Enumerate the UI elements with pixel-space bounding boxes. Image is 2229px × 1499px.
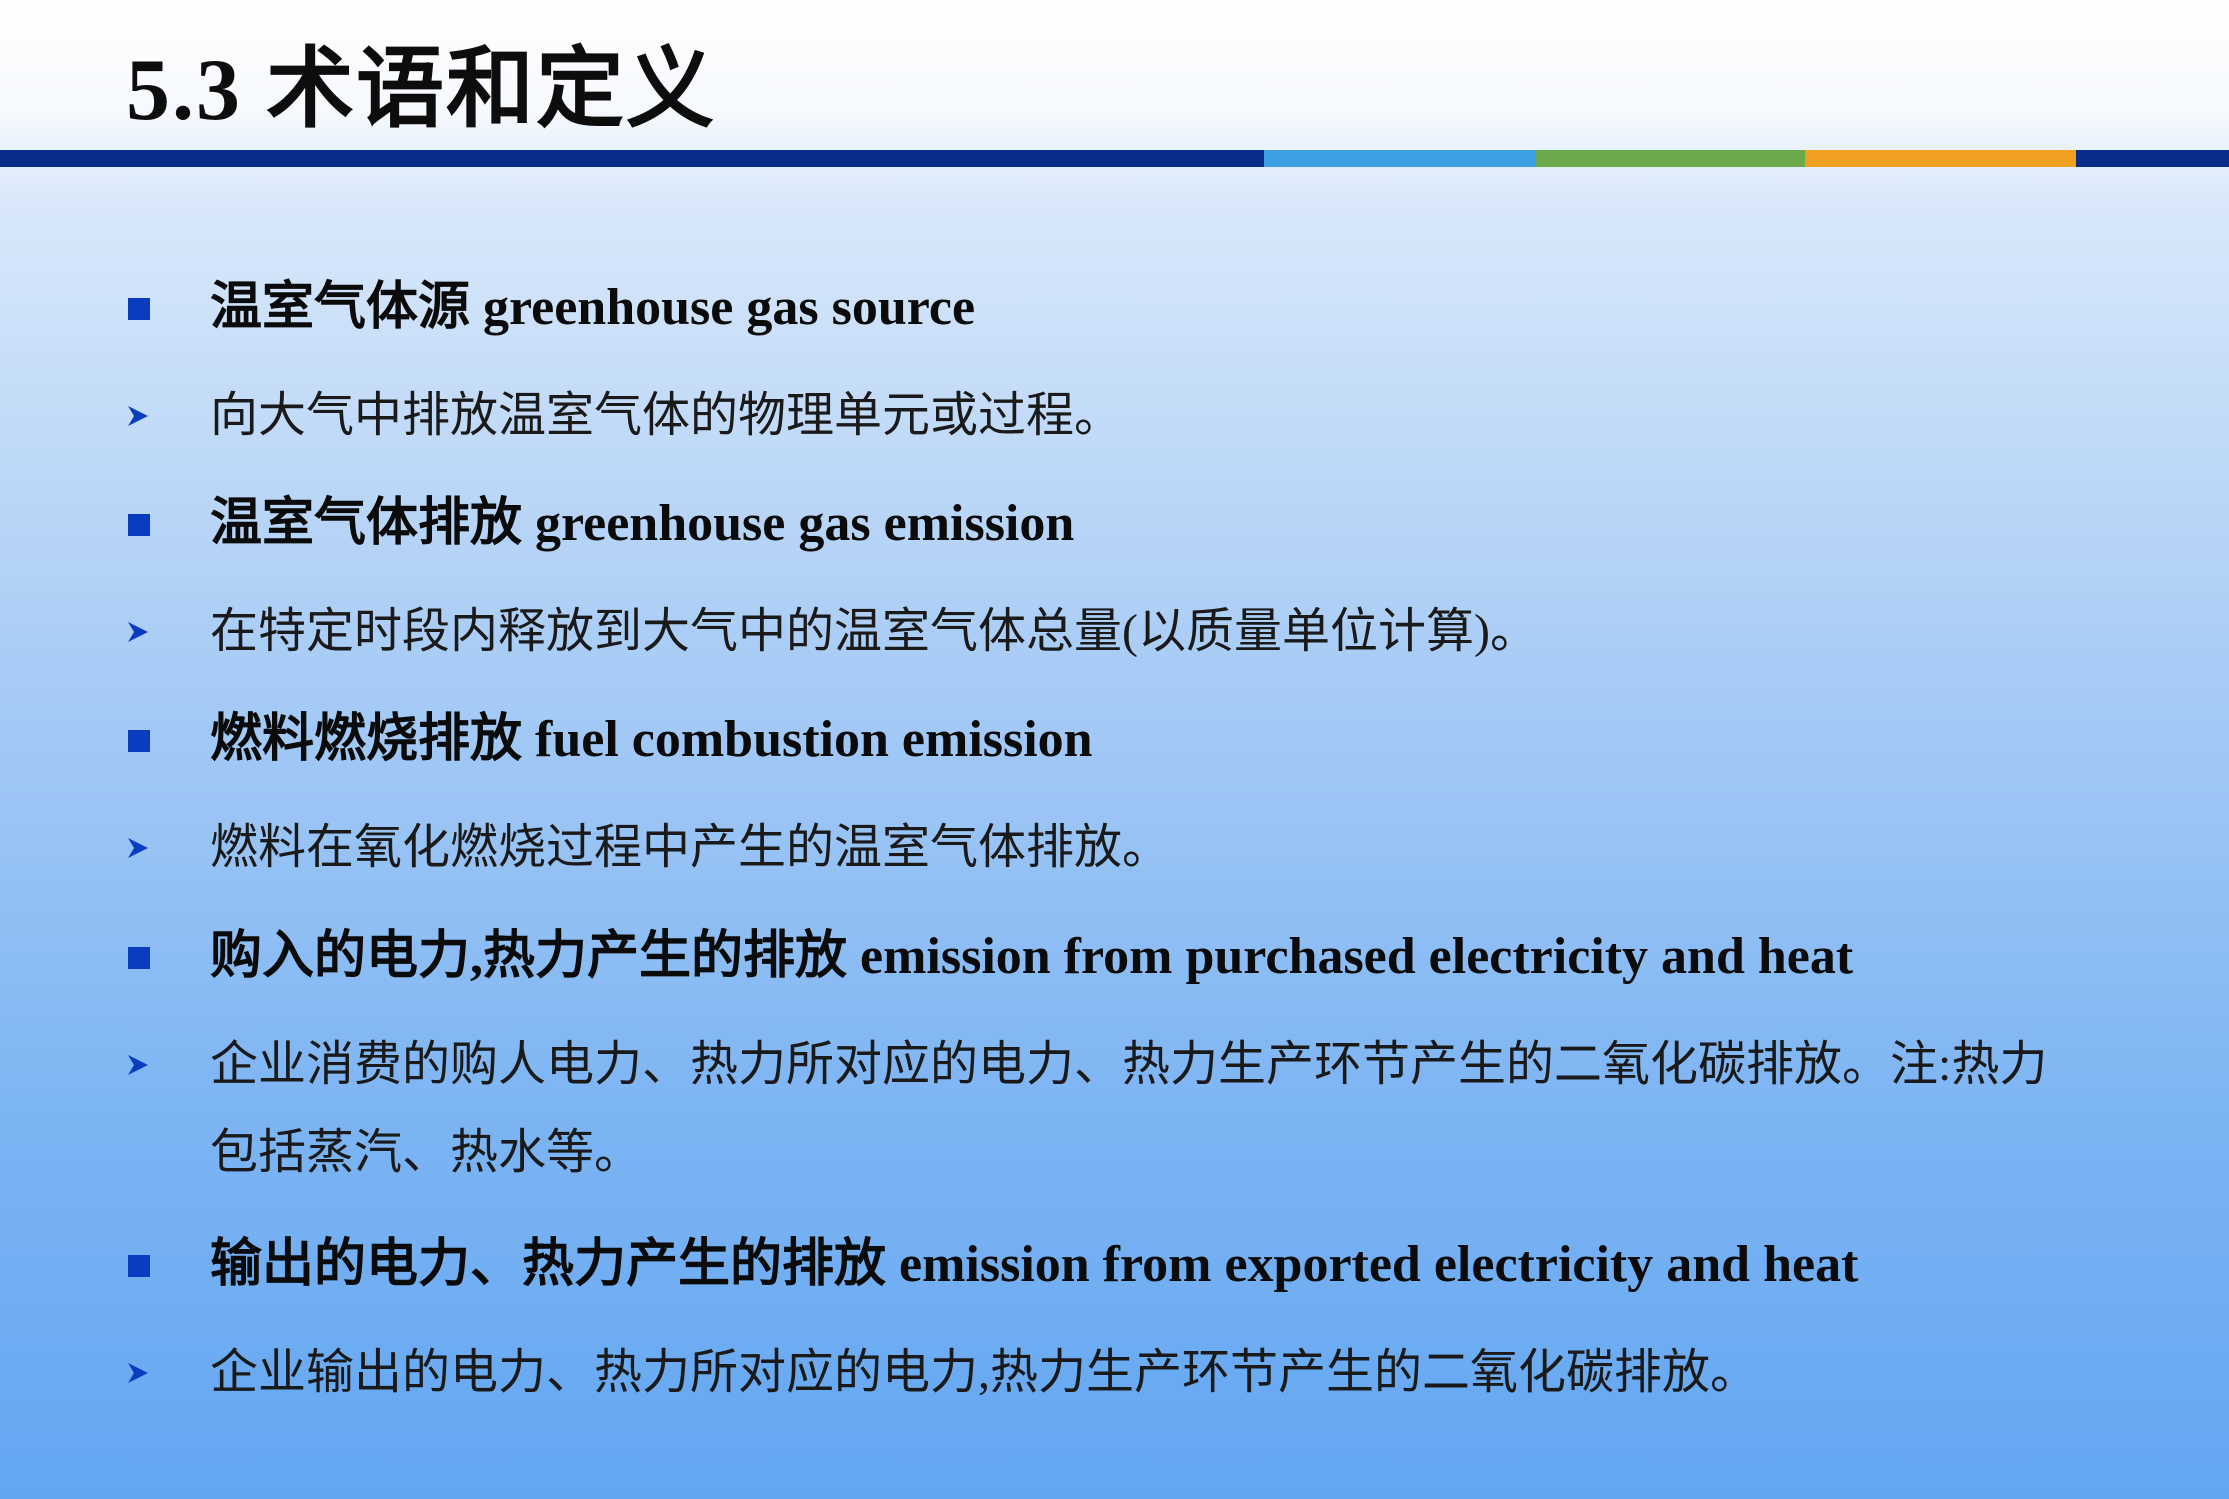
square-bullet-icon xyxy=(128,730,150,752)
term-heading: 购入的电力,热力产生的排放 emission from purchased el… xyxy=(210,928,1854,985)
chevron-right-icon xyxy=(128,406,148,426)
chevron-right-icon xyxy=(128,622,148,642)
chevron-right-icon xyxy=(128,1055,148,1075)
bar-segment-dark-blue xyxy=(0,150,1264,167)
term-heading: 温室气体排放 greenhouse gas emission xyxy=(210,495,1075,552)
term-heading: 输出的电力、热力产生的排放 emission from exported ele… xyxy=(210,1236,1859,1293)
term-heading: 燃料燃烧排放 fuel combustion emission xyxy=(210,711,1093,768)
term-definition: 燃料在氧化燃烧过程中产生的温室气体排放。 xyxy=(210,821,1171,874)
square-bullet-icon xyxy=(128,298,150,320)
bar-segment-green xyxy=(1535,150,1805,167)
square-bullet-icon xyxy=(128,1255,150,1277)
square-bullet-icon xyxy=(128,947,150,969)
term-definition: 企业输出的电力、热力所对应的电力,热力生产环节产生的二氧化碳排放。 xyxy=(210,1346,1759,1399)
square-bullet-icon xyxy=(128,514,150,536)
chevron-right-icon xyxy=(128,1363,148,1383)
bar-segment-light-blue xyxy=(1264,150,1535,167)
term-definition: 企业消费的购人电力、热力所对应的电力、热力生产环节产生的二氧化碳排放。注:热力包… xyxy=(210,1038,2048,1179)
bar-segment-dark-blue-end xyxy=(2076,150,2229,167)
term-definition: 向大气中排放温室气体的物理单元或过程。 xyxy=(210,389,1123,442)
chevron-right-icon xyxy=(128,838,148,858)
term-definition: 在特定时段内释放到大气中的温室气体总量(以质量单位计算)。 xyxy=(210,605,1538,658)
bar-segment-orange xyxy=(1805,150,2076,167)
slide-title: 5.3 术语和定义 xyxy=(126,42,717,139)
term-heading: 温室气体源 greenhouse gas source xyxy=(210,279,976,336)
title-underline-bar xyxy=(0,150,2229,167)
